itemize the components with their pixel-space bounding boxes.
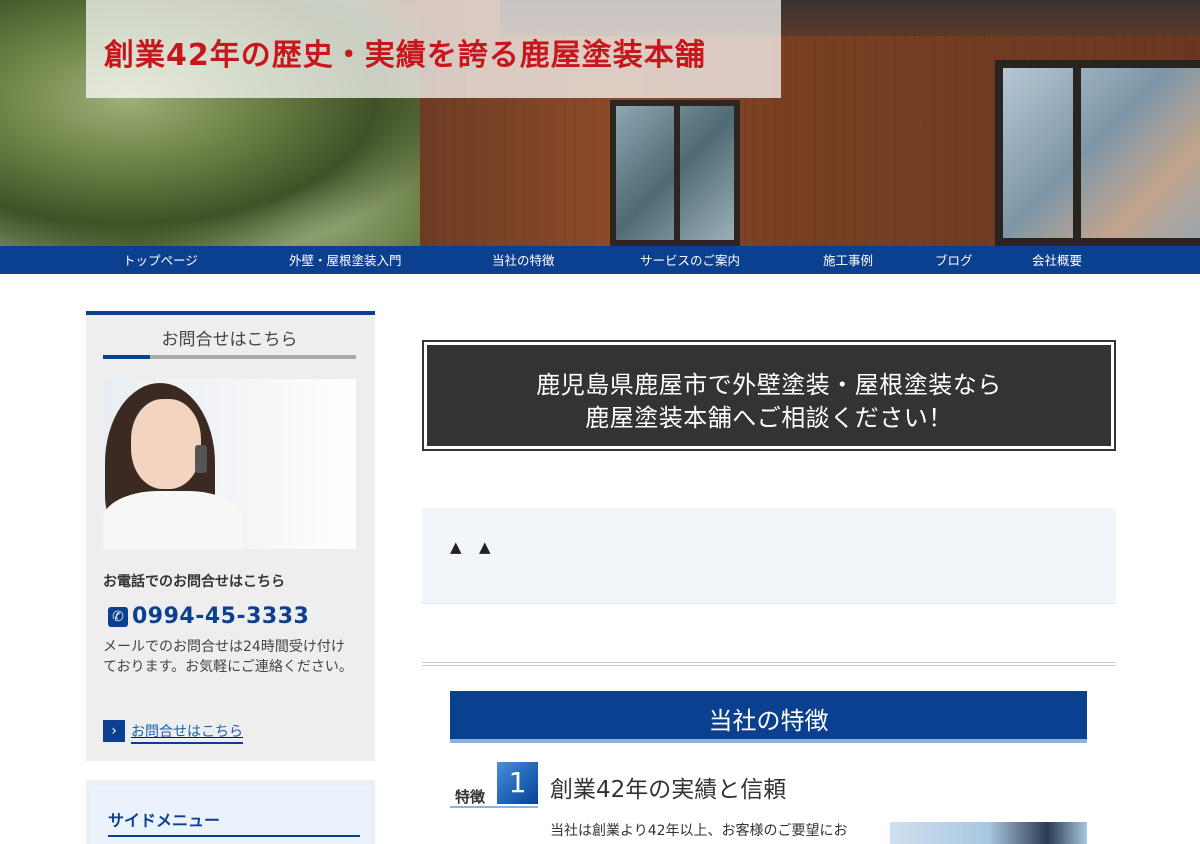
triangle-icon: ▲ [450, 538, 462, 556]
features-title-text: 当社の特徴 [708, 707, 829, 735]
nav-item-features[interactable]: 当社の特徴 [492, 250, 555, 269]
chevron-right-icon: › [103, 720, 125, 742]
mail-note: メールでのお問合せは24時間受け付けております。お気軽にご連絡ください。 [103, 639, 353, 675]
side-menu-inner: サイドメニュー [90, 785, 371, 844]
contact-photo [103, 379, 356, 549]
photo-body [103, 491, 243, 549]
nav-item-works[interactable]: 施工事例 [823, 250, 873, 269]
hero-window-large [995, 60, 1200, 246]
nav-item-intro[interactable]: 外壁・屋根塗装入門 [289, 250, 402, 269]
tel-heading: お電話でのお問合せはこちら [103, 574, 285, 590]
hero-caption-box: 創業42年の歴史・実績を誇る鹿屋塗装本舗 [86, 0, 781, 98]
feature-text: 当社は創業より42年以上、お客様のご要望にお [550, 823, 848, 839]
sidebar-title-rule [103, 355, 356, 359]
feature-underline [450, 806, 538, 808]
main-headline: 鹿児島県鹿屋市で外壁塗装・屋根塗装なら 鹿屋塗装本舗へご相談ください！ [422, 340, 1116, 451]
feature-image [890, 822, 1087, 844]
side-menu-title: サイドメニュー [108, 811, 221, 830]
nav-item-company[interactable]: 会社概要 [1032, 250, 1082, 269]
headline-line1: 鹿児島県鹿屋市で外壁塗装・屋根塗装なら [536, 371, 1002, 399]
contact-link-label: お問合せはこちら [131, 724, 243, 744]
hero-caption: 創業42年の歴史・実績を誇る鹿屋塗装本舗 [104, 38, 706, 73]
sidebar-contact: お問合せはこちら お電話でのお問合せはこちら ✆ 0994-45-3333 メール… [86, 311, 375, 761]
hero-banner: 創業42年の歴史・実績を誇る鹿屋塗装本舗 [0, 0, 1200, 246]
tel-number[interactable]: 0994-45-3333 [132, 604, 309, 629]
nav-item-blog[interactable]: ブログ [935, 250, 973, 269]
contact-link[interactable]: › お問合せはこちら [103, 720, 243, 744]
feature-label: 特徴 [455, 788, 486, 806]
features-section-title: 当社の特徴 [450, 691, 1087, 743]
nav-item-services[interactable]: サービスのご案内 [640, 250, 740, 269]
side-menu-rule [108, 835, 360, 837]
feature-heading: 特徴 1 創業42年の実績と信頼 [450, 762, 1087, 812]
notice-box: ▲ ▲ [422, 508, 1116, 604]
photo-face [131, 399, 201, 489]
tel-number-row[interactable]: ✆ 0994-45-3333 [108, 604, 309, 630]
section-divider [422, 662, 1116, 666]
phone-icon: ✆ [108, 607, 128, 627]
triangle-icon: ▲ [479, 538, 491, 556]
nav-item-top[interactable]: トップページ [123, 250, 198, 269]
hero-window [610, 100, 740, 246]
sidebar-contact-title: お問合せはこちら [161, 330, 298, 350]
photo-phone [195, 445, 207, 473]
side-menu: サイドメニュー [86, 780, 375, 844]
global-nav: トップページ 外壁・屋根塗装入門 当社の特徴 サービスのご案内 施工事例 ブログ… [0, 246, 1200, 274]
headline-line2: 鹿屋塗装本舗へご相談ください！ [585, 404, 953, 432]
feature-number: 1 [497, 762, 538, 804]
feature-title: 創業42年の実績と信頼 [550, 777, 787, 803]
